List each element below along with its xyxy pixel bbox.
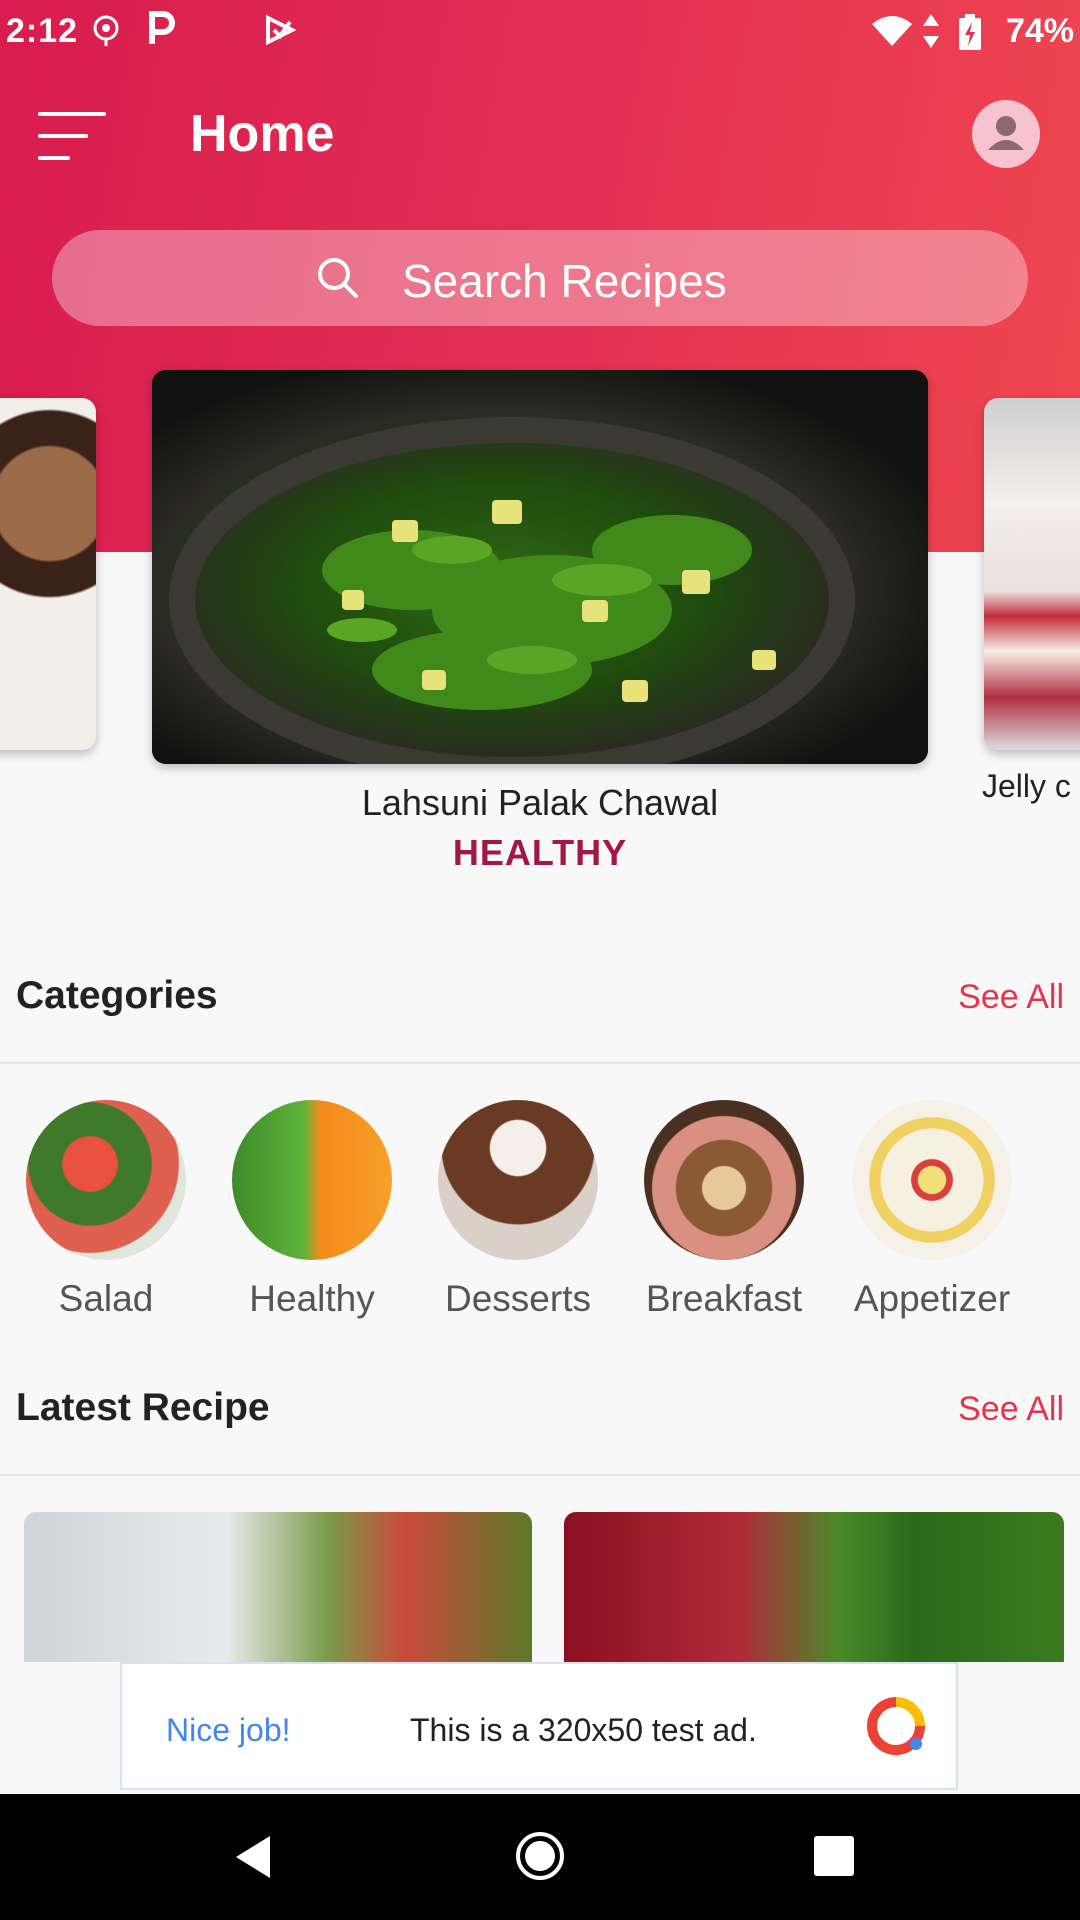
- notification-play-icon: [264, 14, 297, 55]
- menu-icon[interactable]: [38, 108, 108, 168]
- home-icon[interactable]: [514, 1830, 566, 1887]
- hero-recipe-category: HEALTHY: [452, 832, 628, 873]
- profile-avatar-icon[interactable]: [972, 100, 1040, 168]
- appetizer-image: [852, 1100, 1012, 1260]
- category-label: Healthy: [249, 1278, 375, 1319]
- ad-logo-icon: [864, 1696, 928, 1761]
- category-label: Appetizer: [853, 1278, 1011, 1319]
- latest-recipe-heading: Latest Recipe: [16, 1386, 270, 1429]
- category-appetizer[interactable]: Appetizer: [832, 1100, 1032, 1320]
- battery-percent: 74%: [1005, 12, 1074, 50]
- ad-banner[interactable]: Nice job! This is a 320x50 test ad.: [120, 1662, 958, 1790]
- back-icon[interactable]: [232, 1834, 272, 1885]
- latest-see-all-link[interactable]: See All: [958, 1390, 1064, 1429]
- data-arrows-icon: [922, 14, 940, 57]
- category-breakfast[interactable]: Breakfast: [624, 1100, 824, 1320]
- latest-recipe-card-1[interactable]: [24, 1512, 532, 1662]
- battery-charging-icon: [958, 14, 982, 59]
- wifi-icon: [872, 16, 912, 55]
- recipe-image: [152, 370, 928, 764]
- notification-p-icon: [148, 10, 176, 56]
- notification-flower-icon: [92, 14, 120, 55]
- category-label: Breakfast: [645, 1278, 803, 1319]
- category-healthy[interactable]: Healthy: [212, 1100, 412, 1320]
- categories-see-all-link[interactable]: See All: [958, 978, 1064, 1017]
- divider: [0, 1474, 1080, 1476]
- category-label: Desserts: [445, 1278, 591, 1319]
- hero-recipe-title[interactable]: Lahsuni Palak Chawal: [152, 782, 928, 824]
- healthy-image: [232, 1100, 392, 1260]
- search-icon: [316, 256, 360, 305]
- desserts-image: [438, 1100, 598, 1260]
- page-title: Home: [190, 105, 335, 163]
- search-bar[interactable]: Search Recipes: [52, 230, 1028, 326]
- search-placeholder: Search Recipes: [402, 255, 727, 307]
- ad-text: This is a 320x50 test ad.: [410, 1712, 757, 1748]
- carousel-card-previous[interactable]: [0, 398, 96, 750]
- next-recipe-title[interactable]: Jelly c: [982, 768, 1071, 805]
- status-time: 2:12: [6, 12, 79, 50]
- categories-heading: Categories: [16, 974, 218, 1017]
- carousel-card-main[interactable]: [152, 370, 928, 764]
- latest-recipe-card-2[interactable]: [564, 1512, 1064, 1662]
- category-desserts[interactable]: Desserts: [418, 1100, 618, 1320]
- recents-icon[interactable]: [814, 1836, 854, 1881]
- carousel-card-next[interactable]: [984, 398, 1080, 750]
- ad-badge: Nice job!: [166, 1712, 291, 1748]
- breakfast-image: [644, 1100, 804, 1260]
- system-navigation-bar: [0, 1794, 1080, 1920]
- category-salad[interactable]: Salad: [6, 1100, 206, 1320]
- salad-image: [26, 1100, 186, 1260]
- divider: [0, 1062, 1080, 1064]
- status-bar: 2:12 74%: [0, 0, 1080, 64]
- category-label: Salad: [58, 1278, 154, 1319]
